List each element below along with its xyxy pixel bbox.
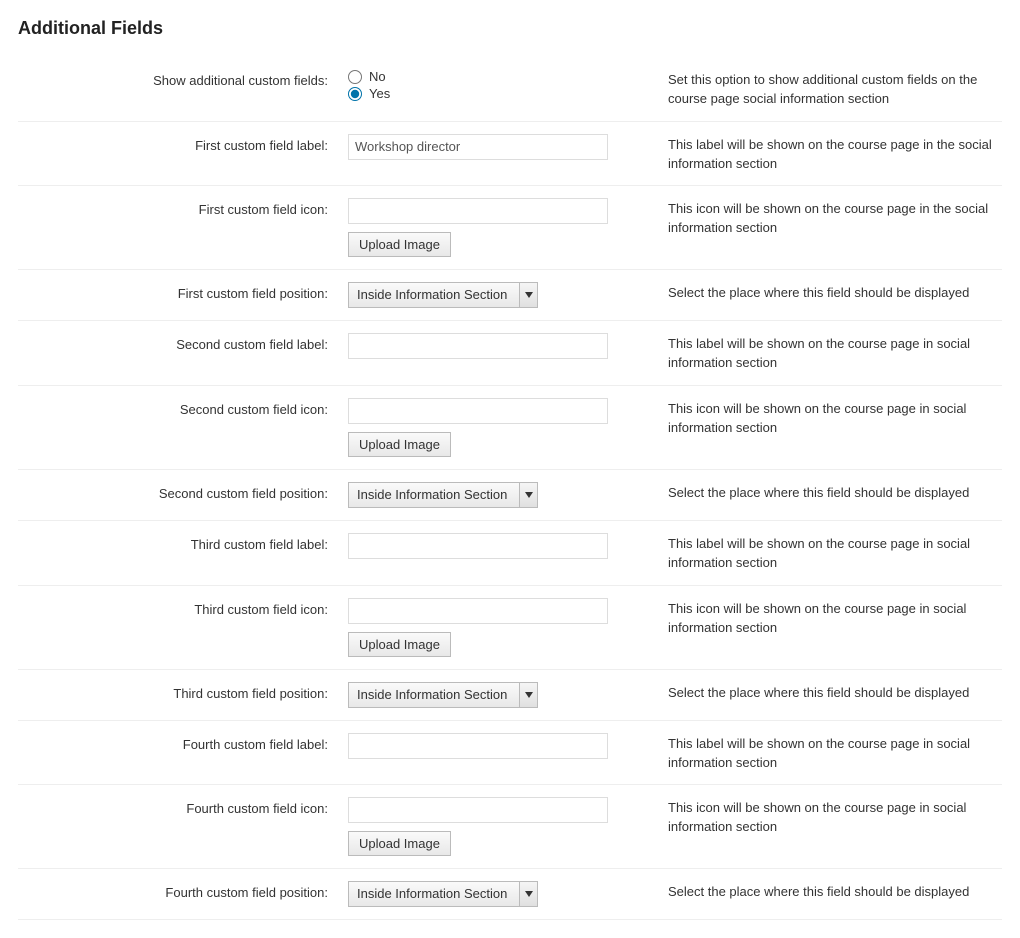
label-third-icon: Third custom field icon: — [18, 598, 348, 617]
desc-second-label: This label will be shown on the course p… — [668, 333, 1002, 373]
input-fourth-label[interactable] — [348, 733, 608, 759]
select-second-position[interactable]: Inside Information Section — [348, 482, 538, 508]
chevron-down-icon — [519, 683, 537, 707]
section-heading: Additional Fields — [18, 18, 1002, 39]
desc-first-icon: This icon will be shown on the course pa… — [668, 198, 1002, 238]
row-third-icon: Third custom field icon: Upload Image Th… — [18, 586, 1002, 670]
radio-yes-label: Yes — [369, 86, 390, 101]
label-fourth-icon: Fourth custom field icon: — [18, 797, 348, 816]
label-first-label: First custom field label: — [18, 134, 348, 153]
select-second-position-value: Inside Information Section — [349, 483, 519, 507]
label-third-label: Third custom field label: — [18, 533, 348, 552]
row-third-position: Third custom field position: Inside Info… — [18, 670, 1002, 721]
desc-show-custom: Set this option to show additional custo… — [668, 69, 1002, 109]
row-first-position: First custom field position: Inside Info… — [18, 270, 1002, 321]
upload-fourth-icon-button[interactable]: Upload Image — [348, 831, 451, 856]
upload-third-icon-button[interactable]: Upload Image — [348, 632, 451, 657]
input-first-icon[interactable] — [348, 198, 608, 224]
desc-second-position: Select the place where this field should… — [668, 482, 1002, 503]
row-second-icon: Second custom field icon: Upload Image T… — [18, 386, 1002, 470]
input-third-label[interactable] — [348, 533, 608, 559]
label-show-custom: Show additional custom fields: — [18, 69, 348, 88]
desc-third-label: This label will be shown on the course p… — [668, 533, 1002, 573]
input-third-icon[interactable] — [348, 598, 608, 624]
desc-third-icon: This icon will be shown on the course pa… — [668, 598, 1002, 638]
row-second-label: Second custom field label: This label wi… — [18, 321, 1002, 386]
row-show-custom-fields: Show additional custom fields: No Yes Se… — [18, 57, 1002, 122]
radio-no-wrap[interactable]: No — [348, 69, 653, 84]
row-fourth-label: Fourth custom field label: This label wi… — [18, 721, 1002, 786]
radio-yes[interactable] — [348, 87, 362, 101]
label-fourth-label: Fourth custom field label: — [18, 733, 348, 752]
chevron-down-icon — [519, 483, 537, 507]
select-third-position-value: Inside Information Section — [349, 683, 519, 707]
row-fourth-icon: Fourth custom field icon: Upload Image T… — [18, 785, 1002, 869]
label-third-position: Third custom field position: — [18, 682, 348, 701]
row-first-label: First custom field label: This label wil… — [18, 122, 1002, 187]
chevron-down-icon — [519, 283, 537, 307]
radio-yes-wrap[interactable]: Yes — [348, 86, 653, 101]
desc-first-label: This label will be shown on the course p… — [668, 134, 1002, 174]
row-fourth-position: Fourth custom field position: Inside Inf… — [18, 869, 1002, 920]
desc-second-icon: This icon will be shown on the course pa… — [668, 398, 1002, 438]
select-third-position[interactable]: Inside Information Section — [348, 682, 538, 708]
desc-first-position: Select the place where this field should… — [668, 282, 1002, 303]
label-first-icon: First custom field icon: — [18, 198, 348, 217]
upload-second-icon-button[interactable]: Upload Image — [348, 432, 451, 457]
label-second-label: Second custom field label: — [18, 333, 348, 352]
row-third-label: Third custom field label: This label wil… — [18, 521, 1002, 586]
select-first-position-value: Inside Information Section — [349, 283, 519, 307]
row-second-position: Second custom field position: Inside Inf… — [18, 470, 1002, 521]
chevron-down-icon — [519, 882, 537, 906]
label-fourth-position: Fourth custom field position: — [18, 881, 348, 900]
select-fourth-position-value: Inside Information Section — [349, 882, 519, 906]
select-first-position[interactable]: Inside Information Section — [348, 282, 538, 308]
input-fourth-icon[interactable] — [348, 797, 608, 823]
label-first-position: First custom field position: — [18, 282, 348, 301]
radio-no[interactable] — [348, 70, 362, 84]
upload-first-icon-button[interactable]: Upload Image — [348, 232, 451, 257]
radio-no-label: No — [369, 69, 386, 84]
desc-fourth-position: Select the place where this field should… — [668, 881, 1002, 902]
label-second-position: Second custom field position: — [18, 482, 348, 501]
input-first-label[interactable] — [348, 134, 608, 160]
input-second-label[interactable] — [348, 333, 608, 359]
label-second-icon: Second custom field icon: — [18, 398, 348, 417]
input-second-icon[interactable] — [348, 398, 608, 424]
desc-fourth-label: This label will be shown on the course p… — [668, 733, 1002, 773]
desc-fourth-icon: This icon will be shown on the course pa… — [668, 797, 1002, 837]
select-fourth-position[interactable]: Inside Information Section — [348, 881, 538, 907]
row-first-icon: First custom field icon: Upload Image Th… — [18, 186, 1002, 270]
desc-third-position: Select the place where this field should… — [668, 682, 1002, 703]
